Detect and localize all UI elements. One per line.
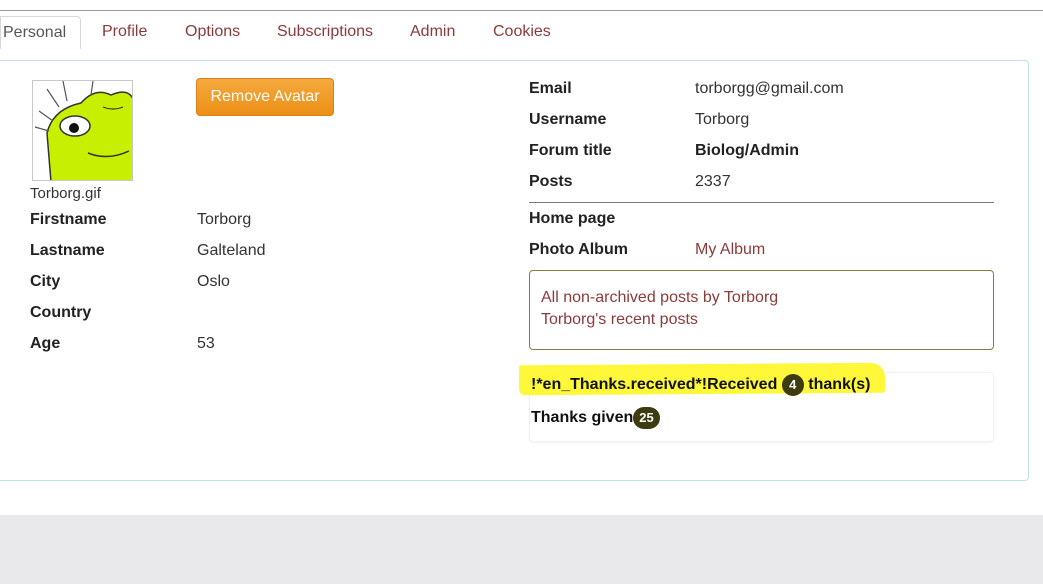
tab-personal[interactable]: Personal	[0, 16, 82, 49]
my-album-link[interactable]: My Album	[695, 241, 765, 259]
thanks-received-badge: 4	[781, 374, 804, 396]
user-posts-links: All non-archived posts by Torborg Torbor…	[529, 270, 994, 350]
forum-title-label: Forum title	[529, 142, 612, 159]
email-value: torborgg@gmail.com	[695, 80, 844, 97]
thanks-received-suffix: thank(s)	[808, 376, 871, 394]
tab-admin[interactable]: Admin	[410, 16, 455, 49]
posts-label: Posts	[529, 173, 573, 190]
lastname-value: Galteland	[197, 242, 266, 259]
age-value: 53	[197, 335, 215, 352]
tab-subscriptions[interactable]: Subscriptions	[277, 16, 373, 49]
username-value: Torborg	[695, 111, 750, 128]
thanks-given-badge: 25	[633, 407, 660, 429]
photo-album-label: Photo Album	[529, 241, 628, 258]
top-border	[0, 10, 1043, 11]
homepage-label: Home page	[529, 210, 616, 227]
avatar-filename: Torborg.gif	[30, 185, 101, 202]
tab-options[interactable]: Options	[185, 16, 240, 49]
forum-title-value: Biolog/Admin	[695, 142, 799, 159]
lastname-label: Lastname	[30, 242, 105, 259]
posts-value: 2337	[695, 173, 731, 190]
thanks-received-prefix: !*en_Thanks.received*!Received	[531, 376, 778, 394]
profile-page: Personal Profile Options Subscriptions A…	[0, 0, 1043, 515]
remove-avatar-button[interactable]: Remove Avatar	[196, 78, 334, 116]
tab-cookies[interactable]: Cookies	[493, 16, 551, 49]
city-value: Oslo	[197, 273, 230, 290]
tab-bar: Personal Profile Options Subscriptions A…	[0, 16, 1043, 49]
age-label: Age	[30, 335, 61, 352]
thanks-given-line: Thanks given 25	[531, 407, 660, 429]
tab-profile[interactable]: Profile	[102, 16, 147, 49]
email-label: Email	[529, 80, 572, 97]
avatar-image	[32, 80, 133, 181]
recent-posts-link[interactable]: Torborg's recent posts	[541, 311, 698, 329]
city-label: City	[30, 273, 61, 290]
country-label: Country	[30, 304, 92, 321]
username-label: Username	[529, 111, 607, 128]
firstname-value: Torborg	[197, 211, 252, 228]
section-divider	[529, 202, 994, 203]
all-posts-link[interactable]: All non-archived posts by Torborg	[541, 289, 778, 307]
firstname-label: Firstname	[30, 211, 107, 228]
thanks-received-line: !*en_Thanks.received*!Received 4 thank(s…	[531, 374, 870, 396]
thanks-given-label: Thanks given	[531, 409, 634, 427]
